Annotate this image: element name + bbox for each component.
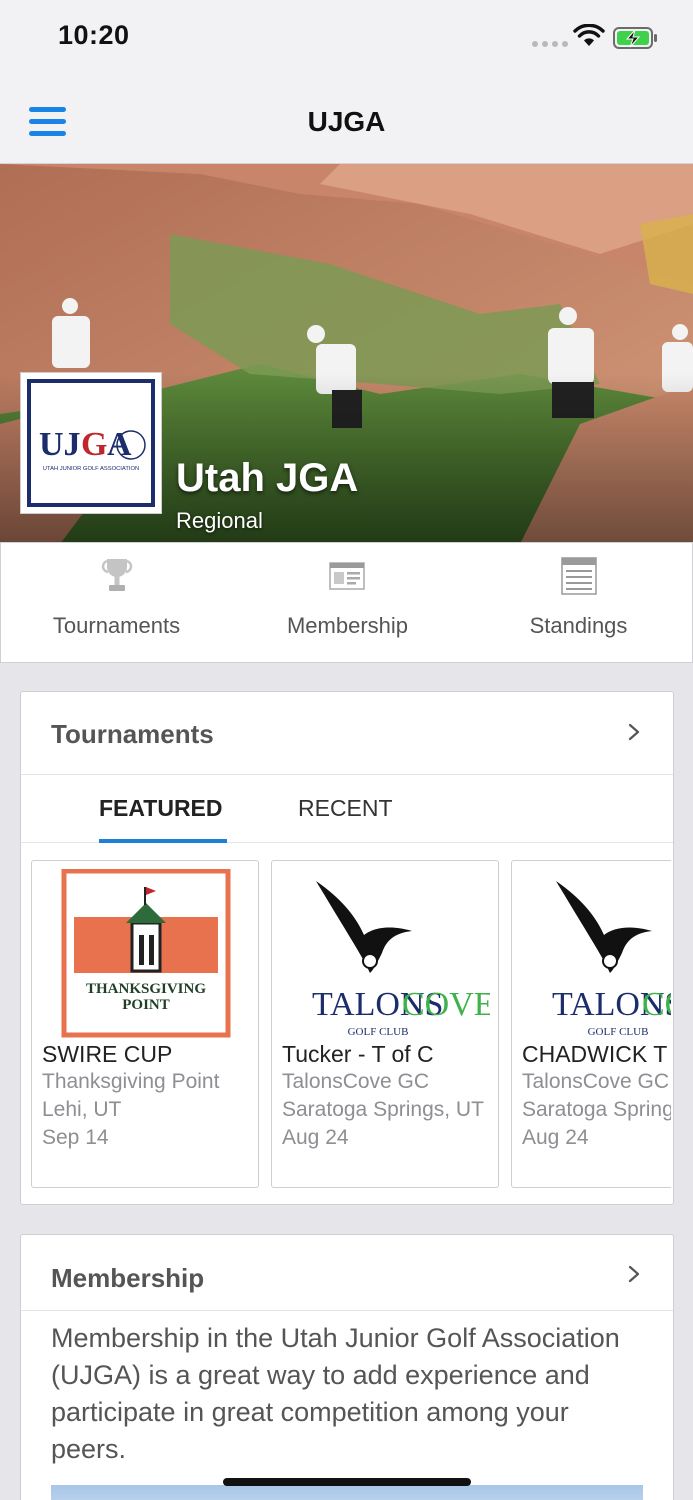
card-title: Membership <box>51 1263 205 1293</box>
tournament-name: Tucker - T of C <box>282 1041 434 1067</box>
card-title: Tournaments <box>51 719 214 749</box>
standings-icon <box>561 557 597 595</box>
tournament-venue: Thanksgiving Point <box>42 1070 220 1093</box>
svg-text:COVE: COVE <box>402 986 490 1023</box>
membership-card-icon <box>329 562 365 590</box>
tournament-location: Saratoga Springs, UT <box>282 1098 484 1121</box>
status-bar: 10:20 <box>0 0 693 74</box>
cellular-signal-icon <box>532 41 568 47</box>
membership-image <box>51 1485 643 1500</box>
org-type: Regional <box>176 508 263 533</box>
tab-label: RECENT <box>298 795 393 821</box>
svg-text:UJ: UJ <box>39 426 81 463</box>
talonscove-logo: TALONS COVE GOLF CLUB <box>312 881 490 1038</box>
tournament-location: Lehi, UT <box>42 1098 122 1121</box>
svg-text:UTAH JUNIOR GOLF ASSOCIATION: UTAH JUNIOR GOLF ASSOCIATION <box>43 466 139 472</box>
membership-description: Membership in the Utah Junior Golf Assoc… <box>51 1323 620 1464</box>
tournament-date: Aug 24 <box>282 1126 349 1149</box>
tab-featured[interactable]: FEATURED <box>99 776 227 843</box>
quicklink-label: Tournaments <box>52 613 181 638</box>
svg-text:G: G <box>81 426 107 463</box>
tournament-location: Saratoga Springs, UT <box>522 1098 671 1121</box>
thanksgiving-point-logo: THANKSGIVING POINT <box>61 869 231 1038</box>
quicklink-tournaments[interactable]: Tournaments <box>1 543 232 663</box>
tournament-venue: TalonsCove GC <box>282 1070 430 1093</box>
svg-text:GOLF CLUB: GOLF CLUB <box>348 1026 409 1038</box>
quicklink-label: Standings <box>529 613 628 638</box>
tournament-item[interactable]: TALONS COVE GOLF CLUB Tucker - T of C Ta… <box>271 860 499 1188</box>
quicklink-membership[interactable]: Membership <box>232 543 463 663</box>
ujga-logo-icon: UJ G A UTAH JUNIOR GOLF ASSOCIATION <box>39 426 146 472</box>
quick-links-bar: Tournaments Membership Standings <box>0 542 693 663</box>
talonscove-logo: TALONS COVE GOLF CLUB <box>552 881 671 1038</box>
tab-active-indicator <box>99 839 227 843</box>
org-logo: UJ G A UTAH JUNIOR GOLF ASSOCIATION <box>20 372 162 514</box>
chevron-right-icon <box>628 1265 640 1283</box>
status-time: 10:20 <box>58 20 130 50</box>
tab-label: FEATURED <box>99 795 223 821</box>
chevron-right-icon <box>628 723 640 741</box>
quicklink-standings[interactable]: Standings <box>463 543 693 663</box>
navigation-bar: UJGA <box>0 74 693 164</box>
svg-text:GOLF CLUB: GOLF CLUB <box>588 1026 649 1038</box>
tournament-item[interactable]: TALONS COVE GOLF CLUB CHADWICK T TalonsC… <box>511 860 671 1188</box>
tournament-name: CHADWICK T <box>522 1041 668 1067</box>
trophy-icon <box>101 559 133 591</box>
membership-card: Membership Membership in the Utah Junior… <box>20 1234 674 1500</box>
quicklink-label: Membership <box>286 613 409 638</box>
tab-recent[interactable]: RECENT <box>298 776 408 843</box>
tournament-item[interactable]: THANKSGIVING POINT SWIRE CUP Thanksgivin… <box>31 860 259 1188</box>
wifi-icon <box>573 24 605 46</box>
tournament-venue: TalonsCove GC <box>522 1070 670 1093</box>
svg-text:THANKSGIVING: THANKSGIVING <box>86 981 206 997</box>
tournaments-card: Tournaments FEATURED RECENT THANKSGIVING… <box>20 691 674 1205</box>
tournament-carousel[interactable]: THANKSGIVING POINT SWIRE CUP Thanksgivin… <box>31 860 671 1190</box>
org-name: Utah JGA <box>176 456 359 500</box>
home-indicator <box>223 1478 471 1486</box>
tournament-date: Aug 24 <box>522 1126 589 1149</box>
tournament-name: SWIRE CUP <box>42 1041 173 1067</box>
page-title: UJGA <box>307 106 386 137</box>
hero-banner: UJ G A UTAH JUNIOR GOLF ASSOCIATION Utah… <box>0 164 693 544</box>
tournaments-card-header[interactable]: Tournaments <box>21 692 673 775</box>
svg-text:POINT: POINT <box>122 997 170 1013</box>
tournament-tabs: FEATURED RECENT <box>21 776 673 843</box>
membership-card-header[interactable]: Membership <box>21 1235 673 1311</box>
svg-text:COVE: COVE <box>642 986 671 1023</box>
tournament-date: Sep 14 <box>42 1126 109 1149</box>
battery-charging-icon <box>613 27 657 49</box>
